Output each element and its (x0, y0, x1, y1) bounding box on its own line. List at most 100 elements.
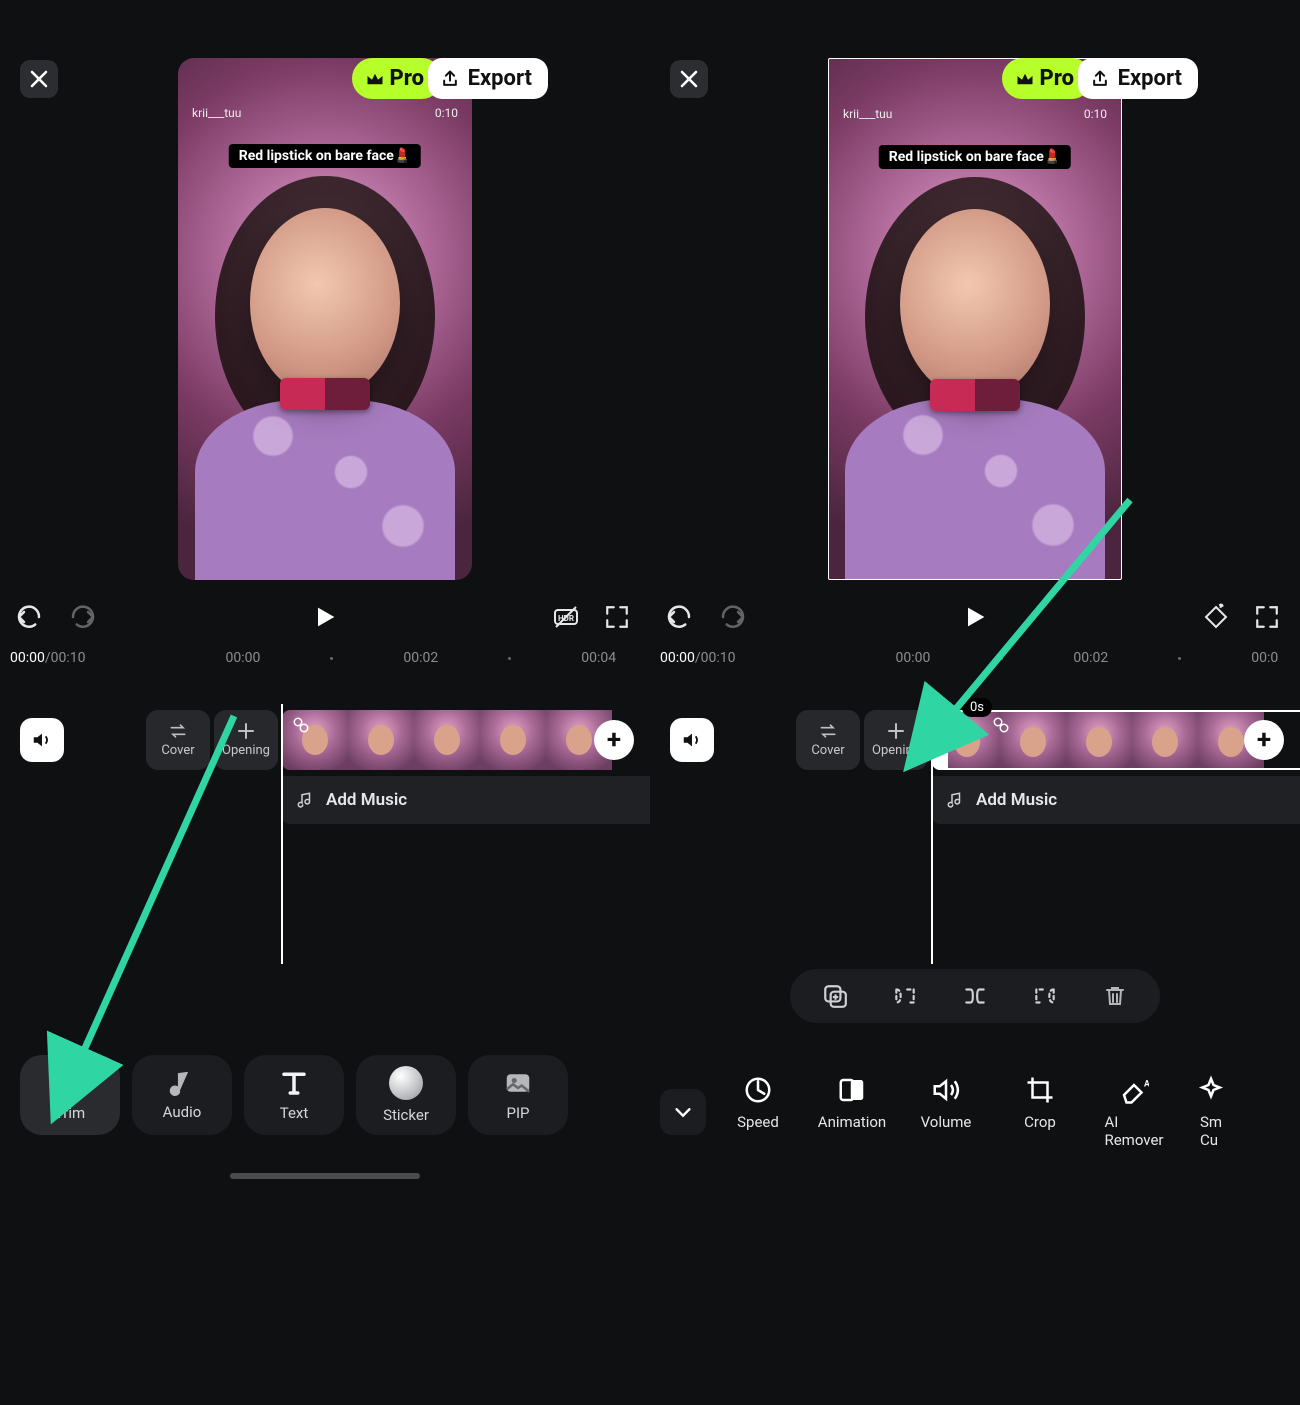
time-ruler[interactable]: 00:00 00:02 00:0 (896, 650, 1279, 666)
split-button[interactable] (958, 979, 992, 1013)
text-icon (279, 1068, 309, 1098)
playhead[interactable] (281, 704, 283, 964)
trim-handle-left[interactable] (932, 710, 948, 770)
trim-label: Trim (55, 1104, 85, 1122)
redo-button (68, 602, 98, 632)
editor-pane-right: krii___tuu 0:10 Red lipstick on bare fac… (650, 0, 1300, 1405)
playhead[interactable] (931, 704, 933, 964)
sticker-label: Sticker (383, 1106, 429, 1124)
collapse-tools-button[interactable] (660, 1089, 706, 1135)
export-icon (1090, 69, 1110, 89)
video-preview[interactable]: krii___tuu 0:10 Red lipstick on bare fac… (178, 58, 472, 580)
trim-offset-badge: 0s (962, 698, 992, 717)
crop-icon (1025, 1075, 1055, 1105)
clip-action-dock (790, 969, 1160, 1023)
export-button[interactable]: Export (1078, 58, 1198, 99)
pip-label: PIP (506, 1104, 529, 1122)
ai-remover-tool[interactable]: AI AIRemover (1092, 1075, 1176, 1149)
opening-chip[interactable]: Opening (864, 710, 928, 770)
split-icon (962, 983, 988, 1009)
undo-button[interactable] (664, 602, 694, 632)
add-music-label: Add Music (326, 790, 407, 810)
pro-label: Pro (1040, 66, 1075, 91)
close-button[interactable] (20, 60, 58, 98)
add-music-button[interactable]: Add Music (932, 776, 1300, 824)
close-button[interactable] (670, 60, 708, 98)
time-row: 00:00/00:10 00:00 00:02 00:0 (660, 650, 1290, 666)
editor-pane-left: krii___tuu 0:10 Red lipstick on bare fac… (0, 0, 650, 1405)
play-button[interactable] (961, 603, 989, 631)
opening-label: Opening (872, 743, 920, 758)
mute-button[interactable] (670, 718, 714, 762)
cover-label: Cover (161, 743, 194, 758)
delete-button[interactable] (1098, 979, 1132, 1013)
trash-icon (1103, 984, 1127, 1008)
volume-tool[interactable]: Volume (904, 1075, 988, 1131)
pip-tool[interactable]: PIP (468, 1055, 568, 1135)
time-current: 00:00 (660, 650, 695, 666)
time-total: 00:10 (51, 650, 86, 666)
preview-username: krii___tuu (843, 107, 892, 121)
scissors-icon (55, 1068, 85, 1098)
split-left-button[interactable] (888, 979, 922, 1013)
preview-duration: 0:10 (1084, 107, 1107, 121)
duplicate-button[interactable] (818, 979, 852, 1013)
timeline[interactable]: Cover Opening + Add Music (16, 704, 650, 844)
chevron-down-icon (672, 1101, 694, 1123)
add-clip-button[interactable]: + (1244, 720, 1284, 760)
smart-cut-tool[interactable]: SmCu (1186, 1075, 1236, 1149)
time-row: 00:00/00:10 00:00 00:02 00:04 (10, 650, 640, 666)
transport-bar (650, 594, 1300, 640)
split-left-icon (892, 983, 918, 1009)
speed-tool[interactable]: Speed (716, 1075, 800, 1131)
close-icon (680, 70, 698, 88)
video-preview[interactable]: krii___tuu 0:10 Red lipstick on bare fac… (828, 58, 1122, 580)
pip-icon (503, 1068, 533, 1098)
time-total: 00:10 (701, 650, 736, 666)
pro-label: Pro (390, 66, 425, 91)
add-clip-button[interactable]: + (594, 720, 634, 760)
sticker-icon (389, 1066, 423, 1100)
trim-tool[interactable]: Trim (20, 1055, 120, 1135)
cover-chip[interactable]: Cover (146, 710, 210, 770)
timeline[interactable]: Cover Opening 0s + Add Music (666, 704, 1300, 844)
fullscreen-icon[interactable] (604, 604, 630, 630)
hdr-off-icon[interactable]: HDR (552, 603, 580, 631)
volume-icon (931, 1075, 961, 1105)
sticker-tool[interactable]: Sticker (356, 1055, 456, 1135)
speaker-icon (31, 729, 53, 751)
opening-chip[interactable]: Opening (214, 710, 278, 770)
split-right-button[interactable] (1028, 979, 1062, 1013)
time-ruler[interactable]: 00:00 00:02 00:04 (226, 650, 617, 666)
close-icon (30, 70, 48, 88)
ruler-tick: 00:04 (581, 650, 616, 666)
add-music-button[interactable]: Add Music (282, 776, 650, 824)
export-label: Export (468, 66, 532, 91)
mute-button[interactable] (20, 718, 64, 762)
play-button[interactable] (311, 603, 339, 631)
fullscreen-icon[interactable] (1254, 604, 1280, 630)
split-right-icon (1032, 983, 1058, 1009)
link-icon (992, 716, 1010, 734)
animation-tool[interactable]: Animation (810, 1075, 894, 1131)
audio-tool[interactable]: Audio (132, 1055, 232, 1135)
undo-button[interactable] (14, 602, 44, 632)
cover-label: Cover (811, 743, 844, 758)
cover-chip[interactable]: Cover (796, 710, 860, 770)
add-music-label: Add Music (976, 790, 1057, 810)
duplicate-icon (822, 983, 848, 1009)
redo-button (718, 602, 748, 632)
note-icon (168, 1069, 196, 1097)
music-note-icon (946, 791, 964, 809)
time-current: 00:00 (10, 650, 45, 666)
text-tool[interactable]: Text (244, 1055, 344, 1135)
export-button[interactable]: Export (428, 58, 548, 99)
preview-duration: 0:10 (435, 106, 458, 120)
keyframe-icon[interactable] (1202, 603, 1230, 631)
preview-caption: Red lipstick on bare face💄 (879, 145, 1071, 169)
primary-tool-row: Trim Audio Text Sticker PIP (20, 1055, 650, 1135)
svg-text:AI: AI (1144, 1079, 1149, 1089)
ruler-tick: 00:02 (403, 650, 438, 666)
crop-tool[interactable]: Crop (998, 1075, 1082, 1131)
link-icon (292, 716, 310, 734)
